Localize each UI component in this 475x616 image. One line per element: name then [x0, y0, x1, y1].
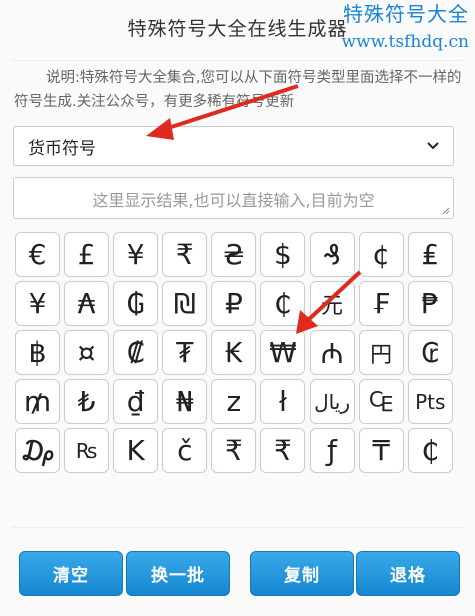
symbol-button[interactable]: ₺ [64, 379, 110, 424]
copy-button[interactable]: 复制 [250, 551, 354, 596]
symbol-button[interactable]: ₥ [15, 379, 60, 424]
symbol-button[interactable]: ฿ [15, 330, 60, 375]
symbol-button[interactable]: ₡ [113, 330, 159, 375]
description-text: 说明:特殊符号大全集合,您可以从下面符号类型里面选择不一样的符号生成.关注公众号… [14, 70, 462, 110]
symbol-button[interactable]: K [113, 428, 159, 473]
symbol-button[interactable]: ريال [309, 379, 355, 424]
symbol-button[interactable]: ₲ [113, 281, 159, 326]
symbol-button[interactable]: ¢ [358, 232, 404, 277]
result-field[interactable] [13, 177, 454, 219]
symbol-button[interactable]: ¥ [15, 281, 60, 326]
symbol-button[interactable]: ₯ [15, 428, 60, 473]
result-textarea[interactable] [14, 178, 453, 218]
divider [12, 527, 463, 528]
symbol-button[interactable]: Pts [407, 379, 453, 424]
resize-grip-icon[interactable] [442, 207, 450, 215]
symbol-button[interactable]: ₰ [309, 232, 355, 277]
symbol-button[interactable]: ₵ [407, 428, 453, 473]
symbol-button[interactable]: ₤ [407, 232, 453, 277]
symbol-button[interactable]: ₦ [162, 379, 208, 424]
symbol-button[interactable]: ₱ [407, 281, 453, 326]
page: 特殊符号大全在线生成器 特殊符号大全 www.tsfhdq.cn 说明:特殊符号… [0, 0, 475, 616]
symbol-button[interactable]: ₼ [309, 330, 355, 375]
divider [12, 60, 463, 61]
backspace-button[interactable]: 退格 [356, 551, 460, 596]
symbol-button[interactable]: $ [260, 232, 306, 277]
symbol-button[interactable]: € [15, 232, 60, 277]
chevron-down-icon [427, 142, 439, 150]
category-select[interactable]: 货币符号 [13, 126, 454, 166]
symbol-button[interactable]: ₩ [260, 330, 306, 375]
watermark-url: www.tsfhdq.cn [341, 32, 469, 52]
symbol-button[interactable]: ₣ [358, 281, 404, 326]
symbol-button[interactable]: ₭ [211, 330, 257, 375]
symbol-button[interactable]: £ [64, 232, 110, 277]
symbol-button[interactable]: ₹ [260, 428, 306, 473]
symbol-button[interactable]: ł [260, 379, 306, 424]
symbol-button[interactable]: 円 [358, 330, 404, 375]
symbol-button[interactable]: ₠ [358, 379, 404, 424]
watermark-name: 特殊符号大全 [343, 2, 469, 26]
site-watermark: 特殊符号大全 www.tsfhdq.cn [342, 0, 469, 56]
symbol-button[interactable]: ₳ [64, 281, 110, 326]
symbol-button[interactable]: z [211, 379, 257, 424]
symbol-button[interactable]: ¤ [64, 330, 110, 375]
symbol-button[interactable]: č [162, 428, 208, 473]
symbol-button[interactable]: ₪ [162, 281, 208, 326]
symbol-button[interactable]: 元 [309, 281, 355, 326]
symbol-button[interactable]: ₫ [113, 379, 159, 424]
clear-button[interactable]: 清空 [19, 551, 123, 596]
refresh-button[interactable]: 换一批 [126, 551, 230, 596]
symbol-grid: € £ ¥ ₹ ₴ $ ₰ ¢ ₤ ¥ ₳ ₲ ₪ ₽ ₵ 元 ₣ ₱ ฿ ¤ … [15, 232, 460, 473]
symbol-button[interactable]: ₽ [211, 281, 257, 326]
category-select-value: 货币符号 [28, 138, 96, 159]
symbol-button[interactable]: ₹ [211, 428, 257, 473]
symbol-button[interactable]: ₸ [358, 428, 404, 473]
symbol-button[interactable]: ¥ [113, 232, 159, 277]
symbol-button[interactable]: ₵ [260, 281, 306, 326]
symbol-button[interactable]: ₢ [407, 330, 453, 375]
symbol-button[interactable]: ₨ [64, 428, 110, 473]
symbol-button[interactable]: ₹ [162, 232, 208, 277]
symbol-button[interactable]: ₴ [211, 232, 257, 277]
symbol-button[interactable]: ƒ [309, 428, 355, 473]
symbol-button[interactable]: ₮ [162, 330, 208, 375]
